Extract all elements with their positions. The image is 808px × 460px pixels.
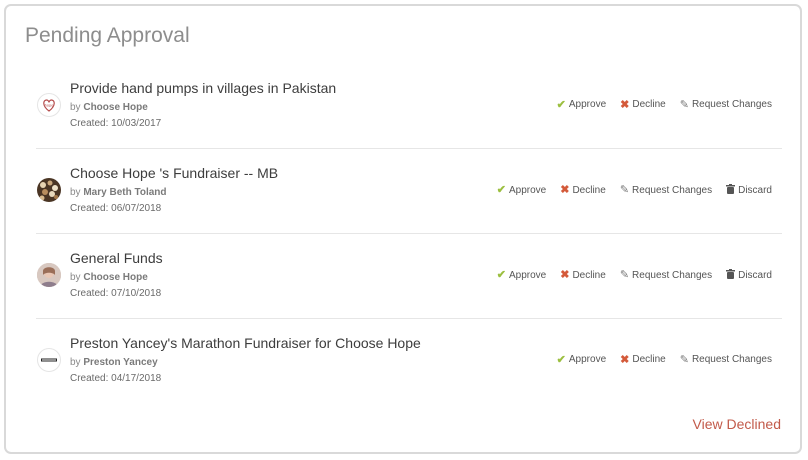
avatar [37, 348, 61, 372]
item-created-date: 07/10/2018 [111, 288, 162, 299]
item-created-date: 04/17/2018 [111, 373, 162, 384]
item-actions: ✔ Approve ✖ Decline ✎ Request Changes [557, 99, 772, 110]
x-icon: ✖ [560, 269, 570, 281]
check-icon: ✔ [496, 269, 506, 281]
trash-icon [726, 269, 736, 281]
svg-text:hope: hope [45, 104, 54, 108]
trash-icon [726, 184, 736, 196]
item-byline: by Preston Yancey [70, 357, 158, 368]
panel-title: Pending Approval [25, 24, 190, 47]
list-item: Choose Hope 's Fundraiser -- MB by Mary … [36, 149, 782, 234]
pending-approval-panel: Pending Approval hope Provide hand pumps… [4, 4, 802, 454]
check-icon: ✔ [556, 98, 566, 111]
item-info: Choose Hope 's Fundraiser -- MB by Mary … [70, 165, 278, 214]
avatar [37, 178, 61, 202]
item-title[interactable]: Choose Hope 's Fundraiser -- MB [70, 165, 278, 181]
x-icon: ✖ [620, 98, 630, 111]
approve-button[interactable]: ✔ Approve [557, 354, 606, 365]
discard-button[interactable]: Discard [726, 184, 772, 196]
decline-button[interactable]: ✖ Decline [620, 354, 666, 365]
decline-button[interactable]: ✖ Decline [560, 184, 606, 196]
item-created: Created: 04/17/2018 [70, 373, 162, 384]
avatar: hope [37, 93, 61, 117]
approval-list: hope Provide hand pumps in villages in P… [36, 64, 782, 404]
item-actions: ✔ Approve ✖ Decline ✎ Request Changes Disca… [497, 184, 772, 196]
item-info: General Funds by Choose Hope Created: 07… [70, 250, 163, 299]
item-author[interactable]: Preston Yancey [83, 357, 157, 368]
item-title[interactable]: Preston Yancey's Marathon Fundraiser for… [70, 335, 421, 351]
pencil-icon: ✎ [619, 184, 630, 196]
request-changes-button[interactable]: ✎ Request Changes [680, 354, 772, 365]
item-byline: by Mary Beth Toland [70, 187, 167, 198]
view-declined-link[interactable]: View Declined [693, 416, 781, 432]
item-title[interactable]: General Funds [70, 250, 163, 266]
request-changes-button[interactable]: ✎ Request Changes [620, 184, 712, 196]
approve-button[interactable]: ✔ Approve [557, 99, 606, 110]
decline-button[interactable]: ✖ Decline [560, 269, 606, 281]
item-byline: by Choose Hope [70, 272, 148, 283]
item-author[interactable]: Mary Beth Toland [83, 187, 166, 198]
list-item: Preston Yancey's Marathon Fundraiser for… [36, 319, 782, 404]
x-icon: ✖ [620, 353, 630, 366]
item-author[interactable]: Choose Hope [83, 272, 147, 283]
check-icon: ✔ [496, 184, 506, 196]
item-byline: by Choose Hope [70, 102, 148, 113]
decline-button[interactable]: ✖ Decline [620, 99, 666, 110]
request-changes-button[interactable]: ✎ Request Changes [620, 269, 712, 281]
approve-button[interactable]: ✔ Approve [497, 269, 546, 281]
list-item: hope Provide hand pumps in villages in P… [36, 64, 782, 149]
avatar [37, 263, 61, 287]
pencil-icon: ✎ [679, 353, 689, 366]
item-title[interactable]: Provide hand pumps in villages in Pakist… [70, 80, 336, 96]
request-changes-button[interactable]: ✎ Request Changes [680, 99, 772, 110]
item-created-date: 10/03/2017 [111, 118, 162, 129]
discard-button[interactable]: Discard [726, 269, 772, 281]
pencil-icon: ✎ [679, 98, 689, 111]
pencil-icon: ✎ [619, 269, 630, 281]
approve-button[interactable]: ✔ Approve [497, 184, 546, 196]
item-info: Provide hand pumps in villages in Pakist… [70, 80, 336, 129]
item-created: Created: 06/07/2018 [70, 203, 162, 214]
item-created-date: 06/07/2018 [111, 203, 162, 214]
item-created: Created: 07/10/2018 [70, 288, 162, 299]
check-icon: ✔ [556, 353, 566, 366]
item-author[interactable]: Choose Hope [83, 102, 147, 113]
item-created: Created: 10/03/2017 [70, 118, 162, 129]
x-icon: ✖ [560, 184, 570, 196]
item-actions: ✔ Approve ✖ Decline ✎ Request Changes [557, 354, 772, 365]
item-actions: ✔ Approve ✖ Decline ✎ Request Changes Disca… [497, 269, 772, 281]
list-item: General Funds by Choose Hope Created: 07… [36, 234, 782, 319]
item-info: Preston Yancey's Marathon Fundraiser for… [70, 335, 421, 384]
